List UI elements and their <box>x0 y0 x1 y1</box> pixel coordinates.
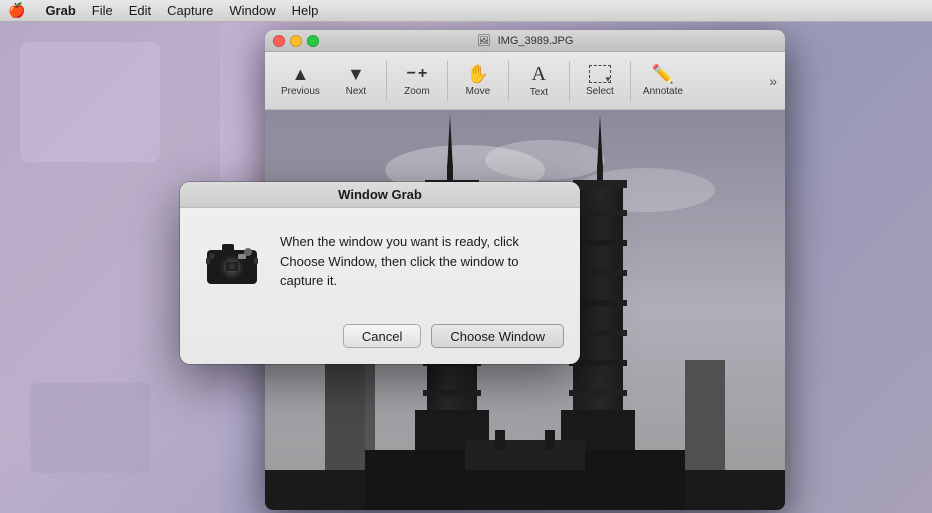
menubar: 🍎 Grab File Edit Capture Window Help <box>0 0 932 22</box>
text-label: Text <box>530 87 548 98</box>
next-button[interactable]: ▼ Next <box>330 56 382 106</box>
window-grab-dialog: Window Grab <box>180 182 580 364</box>
window-minimize-button[interactable] <box>290 35 302 47</box>
window-close-button[interactable] <box>273 35 285 47</box>
sidebar-shape1 <box>20 42 160 162</box>
zoom-minus-icon: − <box>407 65 416 83</box>
cancel-button[interactable]: Cancel <box>343 324 421 348</box>
toolbar-separator-3 <box>508 61 509 101</box>
move-icon: ✋ <box>467 65 489 83</box>
camera-icon <box>200 228 264 292</box>
dialog-message: When the window you want is ready, click… <box>280 228 560 291</box>
text-button[interactable]: A Text <box>513 56 565 106</box>
menubar-grab[interactable]: Grab <box>45 3 75 18</box>
dialog-title: Window Grab <box>338 187 422 202</box>
zoom-label: Zoom <box>404 86 430 97</box>
menubar-help[interactable]: Help <box>292 3 319 18</box>
zoom-icons: − + <box>407 65 428 83</box>
window-maximize-button[interactable] <box>307 35 319 47</box>
annotate-label: Annotate <box>643 86 683 97</box>
menubar-file[interactable]: File <box>92 3 113 18</box>
previous-button[interactable]: ▲ Previous <box>273 56 328 106</box>
toolbar-separator-5 <box>630 61 631 101</box>
toolbar-separator-2 <box>447 61 448 101</box>
menubar-edit[interactable]: Edit <box>129 3 151 18</box>
window-controls <box>273 35 319 47</box>
dialog-body: When the window you want is ready, click… <box>180 208 580 312</box>
menubar-capture[interactable]: Capture <box>167 3 213 18</box>
toolbar-separator-1 <box>386 61 387 101</box>
text-icon: A <box>532 64 546 84</box>
sidebar-shape2 <box>30 383 150 473</box>
apple-menu[interactable]: 🍎 <box>8 2 25 19</box>
select-icon: ▼ <box>589 65 611 83</box>
annotate-button[interactable]: ✏️ Annotate <box>635 56 691 106</box>
select-button[interactable]: ▼ Select <box>574 56 626 106</box>
previous-icon: ▲ <box>292 65 310 83</box>
next-icon: ▼ <box>347 65 365 83</box>
previous-label: Previous <box>281 86 320 97</box>
select-label: Select <box>586 86 614 97</box>
move-label: Move <box>466 86 490 97</box>
dialog-titlebar: Window Grab <box>180 182 580 208</box>
window-title: 🖼 IMG_3989.JPG <box>477 34 574 47</box>
zoom-button[interactable]: − + Zoom <box>391 56 443 106</box>
next-label: Next <box>346 86 367 97</box>
menubar-window[interactable]: Window <box>229 3 275 18</box>
file-icon: 🖼 <box>477 35 491 47</box>
toolbar-separator-4 <box>569 61 570 101</box>
toolbar-overflow-button[interactable]: » <box>769 73 777 89</box>
choose-window-button[interactable]: Choose Window <box>431 324 564 348</box>
camera-svg <box>202 230 262 290</box>
zoom-plus-icon: + <box>418 65 427 83</box>
select-dropdown-arrow: ▼ <box>604 75 612 84</box>
move-button[interactable]: ✋ Move <box>452 56 504 106</box>
desktop: 🖼 IMG_3989.JPG ▲ Previous ▼ Next − + <box>0 22 932 513</box>
toolbar: ▲ Previous ▼ Next − + Zoom ✋ Move <box>265 52 785 110</box>
dialog-buttons: Cancel Choose Window <box>180 312 580 364</box>
annotate-icon: ✏️ <box>652 65 674 83</box>
window-titlebar: 🖼 IMG_3989.JPG <box>265 30 785 52</box>
